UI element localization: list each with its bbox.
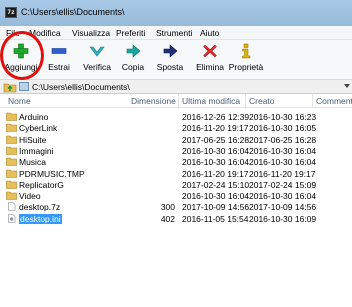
7zip-window: 7z C:\Users\ellis\Documents\ File Modifi… (0, 0, 352, 307)
file-row[interactable]: Immagini 2016-10-30 16:04 2016-10-30 16:04 (0, 145, 352, 156)
file-created: 2016-10-30 16:04 (249, 157, 317, 168)
file-modified: 2017-02-24 15:10 (182, 179, 250, 190)
toolbar: Aggiungi Estrai Verifica Copia Sposta El… (0, 40, 352, 80)
list-header: Nome Dimensione Ultima modifica Creato C… (0, 94, 352, 108)
folder-icon (6, 191, 17, 200)
folder-up-icon[interactable] (3, 81, 17, 93)
move-button[interactable]: Sposta (155, 43, 185, 77)
file-row[interactable]: PDRMUSIC.TMP 2016-11-20 19:17 2016-11-20 1… (0, 168, 352, 179)
highlight-circle (0, 31, 44, 80)
extract-button[interactable]: Estrai (44, 43, 74, 77)
file-modified: 2016-12-26 12:39 (182, 112, 250, 122)
file-created: 2016-10-30 16:09 (249, 213, 317, 224)
file-row[interactable]: Arduino 2016-12-26 12:39 2016-10-30 16:23 (0, 111, 352, 122)
file-created: 2016-10-30 16:04 (249, 191, 317, 202)
file-row[interactable]: Musica 2016-10-30 16:04 2016-10-30 16:04 (0, 156, 352, 167)
file-name: Video (19, 191, 41, 202)
copy-button[interactable]: Copia (119, 43, 147, 77)
file-created: 2017-06-25 16:28 (249, 134, 317, 145)
info-icon (242, 43, 251, 59)
column-comment[interactable]: Commenti (316, 96, 352, 106)
folder-icon (6, 180, 17, 189)
file-name: CyberLink (19, 123, 58, 134)
delete-button[interactable]: Elimina (193, 43, 227, 77)
file-modified: 2016-10-30 16:04 (182, 145, 250, 156)
file-list: Nome Dimensione Ultima modifica Creato C… (0, 94, 352, 307)
column-separator[interactable] (245, 94, 246, 108)
chevron-down-icon[interactable] (344, 84, 350, 88)
check-icon (89, 46, 105, 57)
file-name: desktop.7z (19, 202, 61, 213)
file-size: 300 (160, 202, 175, 213)
move-button-label: Sposta (156, 62, 184, 72)
settings-file-icon (8, 213, 16, 223)
address-path[interactable]: C:\Users\ellis\Documents\ (32, 82, 130, 92)
file-modified: 2016-11-05 15:54 (182, 213, 249, 224)
column-modified[interactable]: Ultima modifica (182, 96, 240, 106)
file-icon (8, 202, 16, 212)
file-row[interactable]: Video 2016-10-30 16:04 2016-10-30 16:04 (0, 190, 352, 201)
file-name: ReplicatorG (19, 179, 64, 190)
file-modified: 2016-11-20 19:17 (182, 123, 249, 134)
file-row[interactable]: desktop.ini 402 2016-11-05 15:54 2016-10-30… (0, 213, 352, 224)
address-drive-icon (19, 82, 29, 91)
file-modified: 2017-06-25 16:28 (182, 134, 250, 145)
file-created: 2017-10-09 14:56 (249, 202, 317, 213)
file-name: Arduino (19, 112, 49, 122)
folder-icon (6, 135, 17, 144)
column-separator[interactable] (178, 94, 179, 108)
menu-strumenti[interactable]: Strumenti (156, 28, 192, 38)
folder-icon (6, 169, 17, 178)
folder-icon (6, 146, 17, 155)
file-size: 402 (160, 213, 175, 224)
file-name: Musica (19, 157, 46, 168)
folder-icon (6, 157, 17, 166)
file-name: desktop.ini (19, 213, 62, 224)
file-created: 2016-10-30 16:05 (249, 123, 317, 134)
column-created[interactable]: Creato (249, 96, 275, 106)
address-bar: C:\Users\ellis\Documents\ (0, 80, 352, 94)
folder-icon (6, 123, 17, 133)
file-modified: 2016-11-20 19:17 (182, 168, 249, 179)
menu-visualizza[interactable]: Visualizza (72, 28, 110, 38)
app-icon: 7z (5, 7, 17, 18)
column-size[interactable]: Dimensione (131, 96, 176, 106)
file-name: PDRMUSIC.TMP (19, 168, 85, 179)
delete-button-label: Elimina (196, 62, 224, 72)
minus-icon (51, 48, 67, 54)
folder-icon (6, 112, 17, 121)
file-created: 2016-10-30 16:04 (249, 145, 317, 156)
file-modified: 2016-10-30 16:04 (182, 157, 250, 168)
file-created: 2016-11-20 19:17 (249, 168, 316, 179)
file-created: 2017-02-24 15:09 (249, 179, 317, 190)
file-created: 2016-10-30 16:23 (249, 112, 317, 122)
test-button-label: Verifica (83, 62, 111, 72)
file-modified: 2017-10-09 14:56 (182, 202, 250, 213)
window-title: C:\Users\ellis\Documents\ (21, 7, 125, 17)
menu-aiuto[interactable]: Aiuto (200, 28, 219, 38)
file-row[interactable]: ReplicatorG 2017-02-24 15:10 2017-02-24 15… (0, 179, 352, 190)
extract-button-label: Estrai (48, 62, 70, 72)
file-row[interactable]: HiSuite 2017-06-25 16:28 2017-06-25 16:28 (0, 134, 352, 145)
move-arrow-icon (163, 44, 178, 58)
file-row[interactable]: desktop.7z 300 2017-10-09 14:56 2017-10-09 … (0, 201, 352, 212)
column-name[interactable]: Nome (8, 96, 31, 106)
test-button[interactable]: Verifica (80, 43, 114, 77)
file-name: Immagini (19, 145, 54, 156)
properties-button[interactable]: Proprietà (228, 43, 264, 77)
column-separator[interactable] (312, 94, 313, 108)
copy-button-label: Copia (121, 62, 145, 72)
menu-preferiti[interactable]: Preferiti (116, 28, 145, 38)
properties-button-label: Proprietà (228, 62, 264, 72)
file-modified: 2016-10-30 16:04 (182, 191, 250, 202)
menu-bar: File Modifica Visualizza Preferiti Strum… (0, 26, 352, 40)
file-row[interactable]: CyberLink 2016-11-20 19:17 2016-10-30 16:0… (0, 122, 352, 133)
file-name: HiSuite (19, 134, 47, 145)
copy-arrow-icon (126, 44, 141, 58)
delete-x-icon (203, 44, 217, 58)
title-bar[interactable]: 7z C:\Users\ellis\Documents\ (0, 0, 352, 26)
